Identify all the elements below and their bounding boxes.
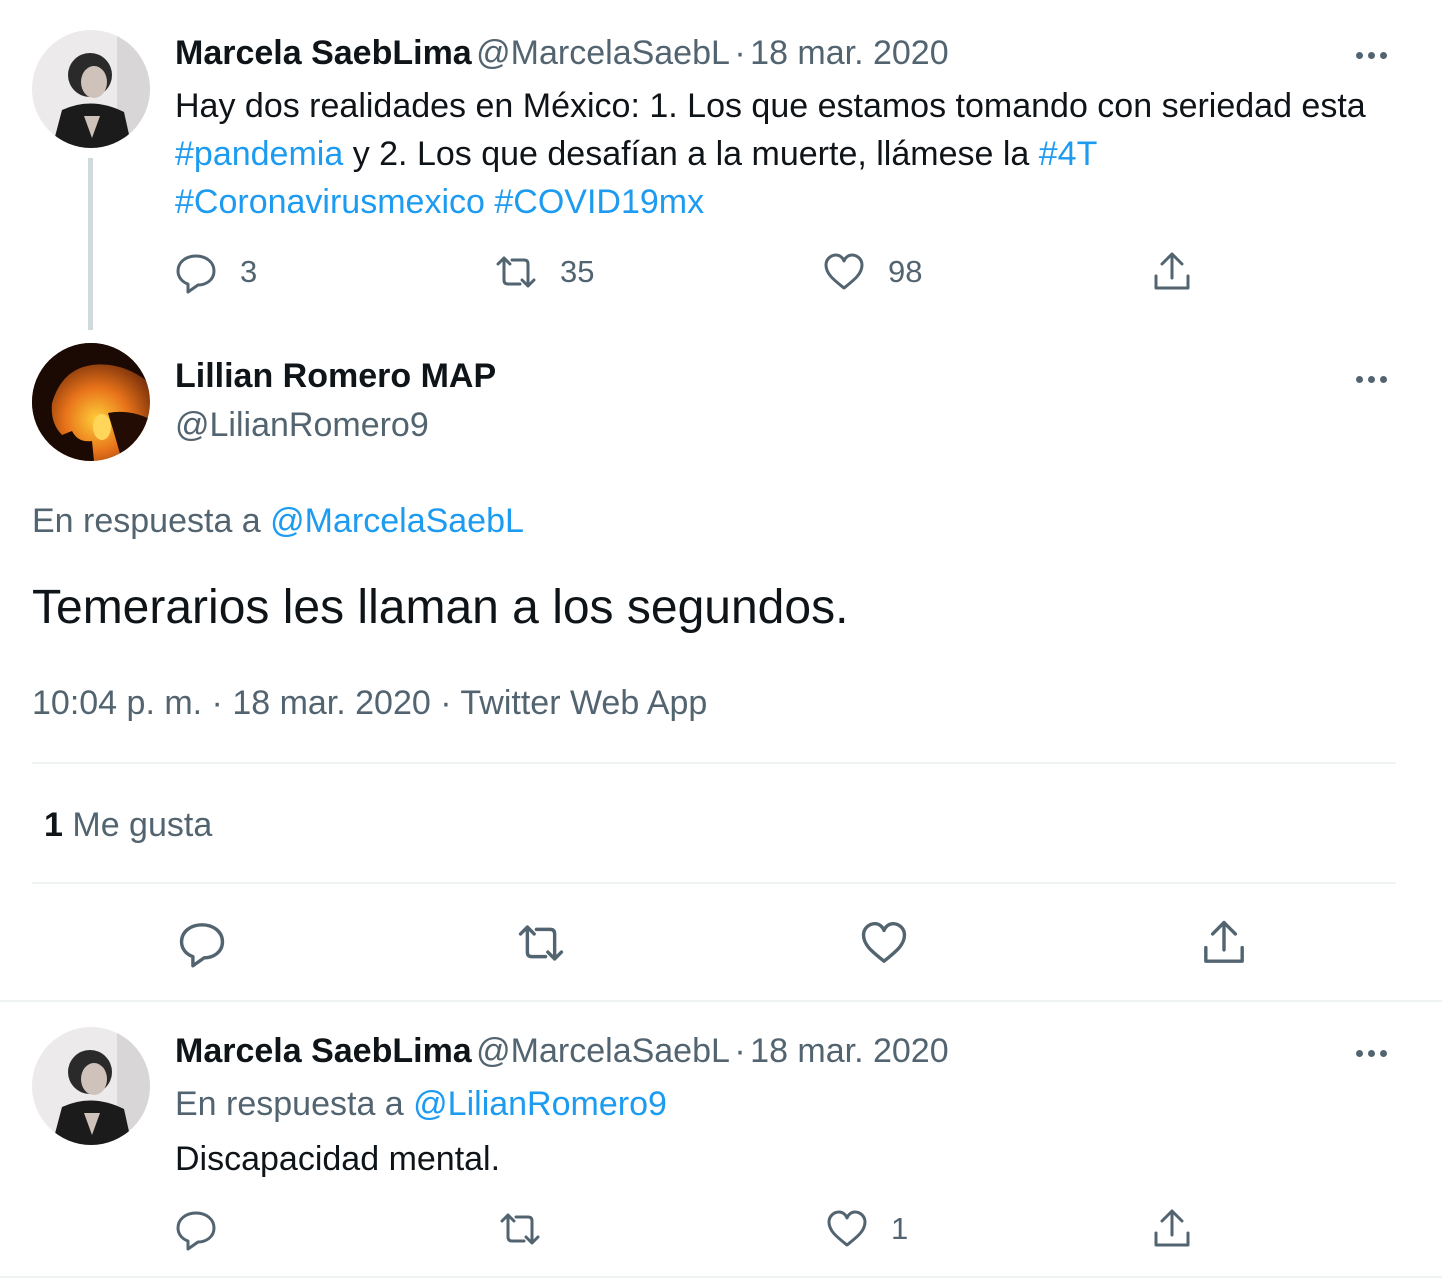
hashtag-covid19mx[interactable]: #COVID19mx (494, 183, 704, 221)
avatar-marcela[interactable] (32, 30, 150, 148)
reply-button[interactable] (177, 918, 227, 968)
more-icon[interactable] (1356, 1044, 1396, 1057)
like-button[interactable]: 98 (822, 250, 922, 294)
author-name[interactable]: Marcela SaebLima (175, 34, 472, 72)
reply-context: En respuesta a @LilianRomero9 (175, 1085, 667, 1124)
reply-icon (176, 254, 216, 294)
tweet1-text: Hay dos realidades en México: 1. Los que… (175, 82, 1405, 226)
like-count: 98 (888, 254, 923, 289)
reply-prefix: En respuesta a (32, 502, 261, 540)
retweet-icon (518, 925, 564, 961)
hashtag-4t[interactable]: #4T (1039, 135, 1098, 173)
separator: · (734, 34, 746, 72)
share-icon (1154, 1209, 1190, 1247)
retweet-icon (500, 1213, 540, 1245)
divider (32, 762, 1396, 764)
avatar-lillian[interactable] (32, 343, 150, 461)
reply-icon (176, 1211, 216, 1251)
like-button[interactable] (859, 918, 909, 968)
retweet-count: 35 (560, 254, 595, 289)
tweet2-text: Temerarios les llaman a los segundos. (32, 581, 849, 634)
divider (0, 1000, 1442, 1002)
author-handle[interactable]: @MarcelaSaebL (476, 34, 730, 72)
like-icon (861, 921, 907, 963)
likes-label: Me gusta (72, 806, 213, 844)
more-icon[interactable] (1356, 370, 1396, 383)
reply-button[interactable]: 3 (174, 250, 257, 294)
likes-count: 1 (44, 806, 63, 844)
divider (0, 1276, 1442, 1278)
likes-summary[interactable]: 1 Me gusta (44, 806, 212, 845)
thread-line (88, 158, 93, 330)
avatar-marcela[interactable] (32, 1027, 150, 1145)
tweet-date[interactable]: 18 mar. 2020 (750, 34, 948, 72)
separator: · (734, 1032, 746, 1070)
share-icon (1154, 252, 1190, 290)
share-icon (1204, 920, 1244, 963)
divider (32, 882, 1396, 884)
tweet3-header: Marcela SaebLima @MarcelaSaebL · 18 mar.… (175, 1032, 949, 1071)
retweet-icon (496, 256, 536, 288)
tweet-date[interactable]: 18 mar. 2020 (750, 1032, 948, 1070)
like-icon (824, 253, 864, 290)
tweet-timestamp[interactable]: 10:04 p. m. · 18 mar. 2020 · Twitter Web… (32, 684, 707, 723)
reply-to-link[interactable]: @LilianRomero9 (413, 1085, 667, 1123)
reply-context: En respuesta a @MarcelaSaebL (32, 502, 524, 541)
more-icon[interactable] (1356, 46, 1396, 59)
author-handle[interactable]: @LilianRomero9 (175, 406, 429, 445)
reply-button[interactable] (174, 1207, 218, 1251)
reply-icon (179, 923, 225, 968)
retweet-button[interactable] (498, 1207, 542, 1251)
like-button[interactable]: 1 (825, 1207, 908, 1251)
share-button[interactable] (1150, 250, 1194, 294)
author-handle[interactable]: @MarcelaSaebL (476, 1032, 730, 1070)
retweet-button[interactable]: 35 (494, 250, 594, 294)
author-name[interactable]: Marcela SaebLima (175, 1032, 472, 1070)
like-count: 1 (891, 1211, 909, 1246)
reply-to-link[interactable]: @MarcelaSaebL (270, 502, 524, 540)
tweet1-header: Marcela SaebLima @MarcelaSaebL · 18 mar.… (175, 34, 949, 73)
text-part: y 2. Los que desafían a la muerte, lláme… (343, 135, 1039, 173)
hashtag-coronavirusmexico[interactable]: #Coronavirusmexico (175, 183, 485, 221)
share-button[interactable] (1199, 918, 1249, 968)
reply-count: 3 (240, 254, 258, 289)
tweet3-text: Discapacidad mental. (175, 1140, 501, 1178)
reply-prefix: En respuesta a (175, 1085, 404, 1123)
author-name[interactable]: Lillian Romero MAP (175, 357, 496, 396)
like-icon (827, 1210, 867, 1247)
hashtag-pandemia[interactable]: #pandemia (175, 135, 343, 173)
share-button[interactable] (1150, 1207, 1194, 1251)
text-part: Hay dos realidades en México: 1. Los que… (175, 87, 1366, 125)
retweet-button[interactable] (516, 918, 566, 968)
